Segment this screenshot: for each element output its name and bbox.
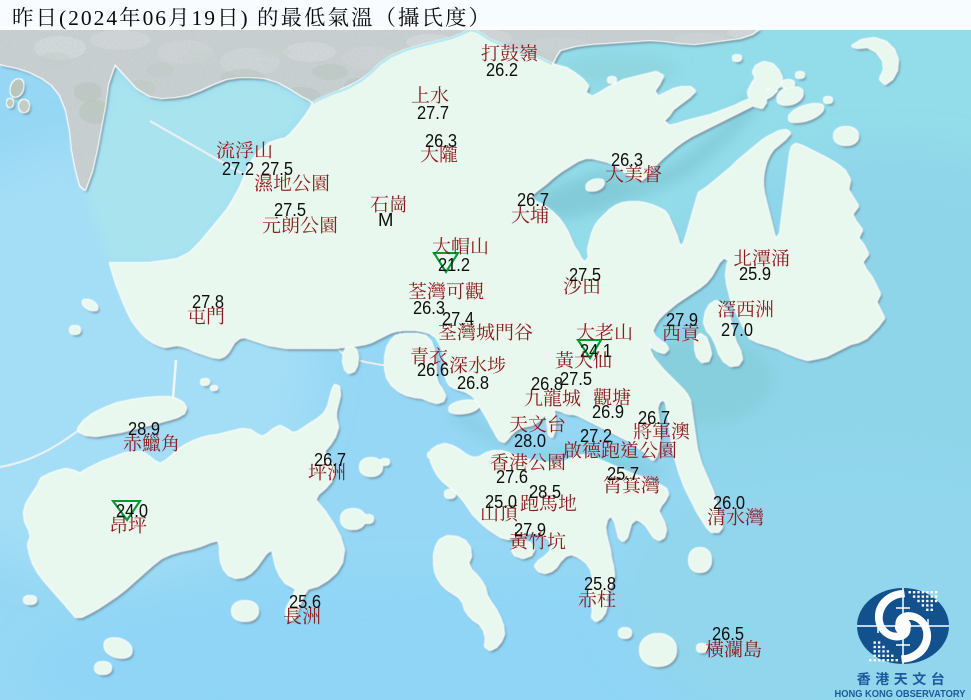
svg-text:27.5: 27.5 (261, 158, 293, 179)
svg-text:25.8: 25.8 (584, 573, 616, 594)
svg-text:香港天文台: 香港天文台 (857, 669, 950, 689)
svg-text:27.2: 27.2 (580, 425, 612, 446)
svg-text:27.9: 27.9 (514, 519, 546, 540)
svg-text:26.5: 26.5 (712, 623, 744, 644)
svg-text:26.8: 26.8 (531, 373, 563, 394)
svg-text:26.6: 26.6 (417, 359, 449, 380)
svg-text:26.3: 26.3 (413, 297, 445, 318)
svg-text:27.5: 27.5 (274, 199, 306, 220)
svg-text:21.2: 21.2 (438, 254, 470, 275)
svg-text:M: M (378, 209, 393, 230)
svg-text:25.7: 25.7 (607, 463, 639, 484)
svg-text:28.9: 28.9 (128, 418, 160, 439)
svg-text:26.2: 26.2 (486, 59, 518, 80)
svg-text:27.4: 27.4 (442, 308, 474, 329)
svg-text:HONG KONG OBSERVATORY: HONG KONG OBSERVATORY (835, 688, 966, 700)
svg-text:27.0: 27.0 (721, 319, 753, 340)
svg-text:24.0: 24.0 (116, 500, 148, 521)
svg-text:26.3: 26.3 (425, 130, 457, 151)
svg-text:27.2: 27.2 (222, 158, 254, 179)
svg-text:27.6: 27.6 (496, 466, 528, 487)
svg-text:25.9: 25.9 (739, 263, 771, 284)
svg-text:28.5: 28.5 (529, 481, 561, 502)
svg-text:昨日(2024年06月19日) 的最低氣溫（攝氏度）: 昨日(2024年06月19日) 的最低氣溫（攝氏度） (12, 6, 490, 30)
svg-text:26.9: 26.9 (592, 401, 624, 422)
svg-text:27.8: 27.8 (192, 291, 224, 312)
svg-text:26.7: 26.7 (314, 449, 346, 470)
svg-text:27.9: 27.9 (666, 309, 698, 330)
svg-text:26.8: 26.8 (457, 372, 489, 393)
svg-text:滘西洲: 滘西洲 (717, 295, 774, 322)
svg-text:26.0: 26.0 (713, 492, 745, 513)
svg-text:27.7: 27.7 (417, 102, 449, 123)
svg-text:26.3: 26.3 (611, 149, 643, 170)
svg-text:25.0: 25.0 (485, 491, 517, 512)
svg-text:27.5: 27.5 (569, 264, 601, 285)
svg-text:25.6: 25.6 (289, 591, 321, 612)
svg-text:26.7: 26.7 (638, 407, 670, 428)
svg-text:26.7: 26.7 (517, 189, 549, 210)
